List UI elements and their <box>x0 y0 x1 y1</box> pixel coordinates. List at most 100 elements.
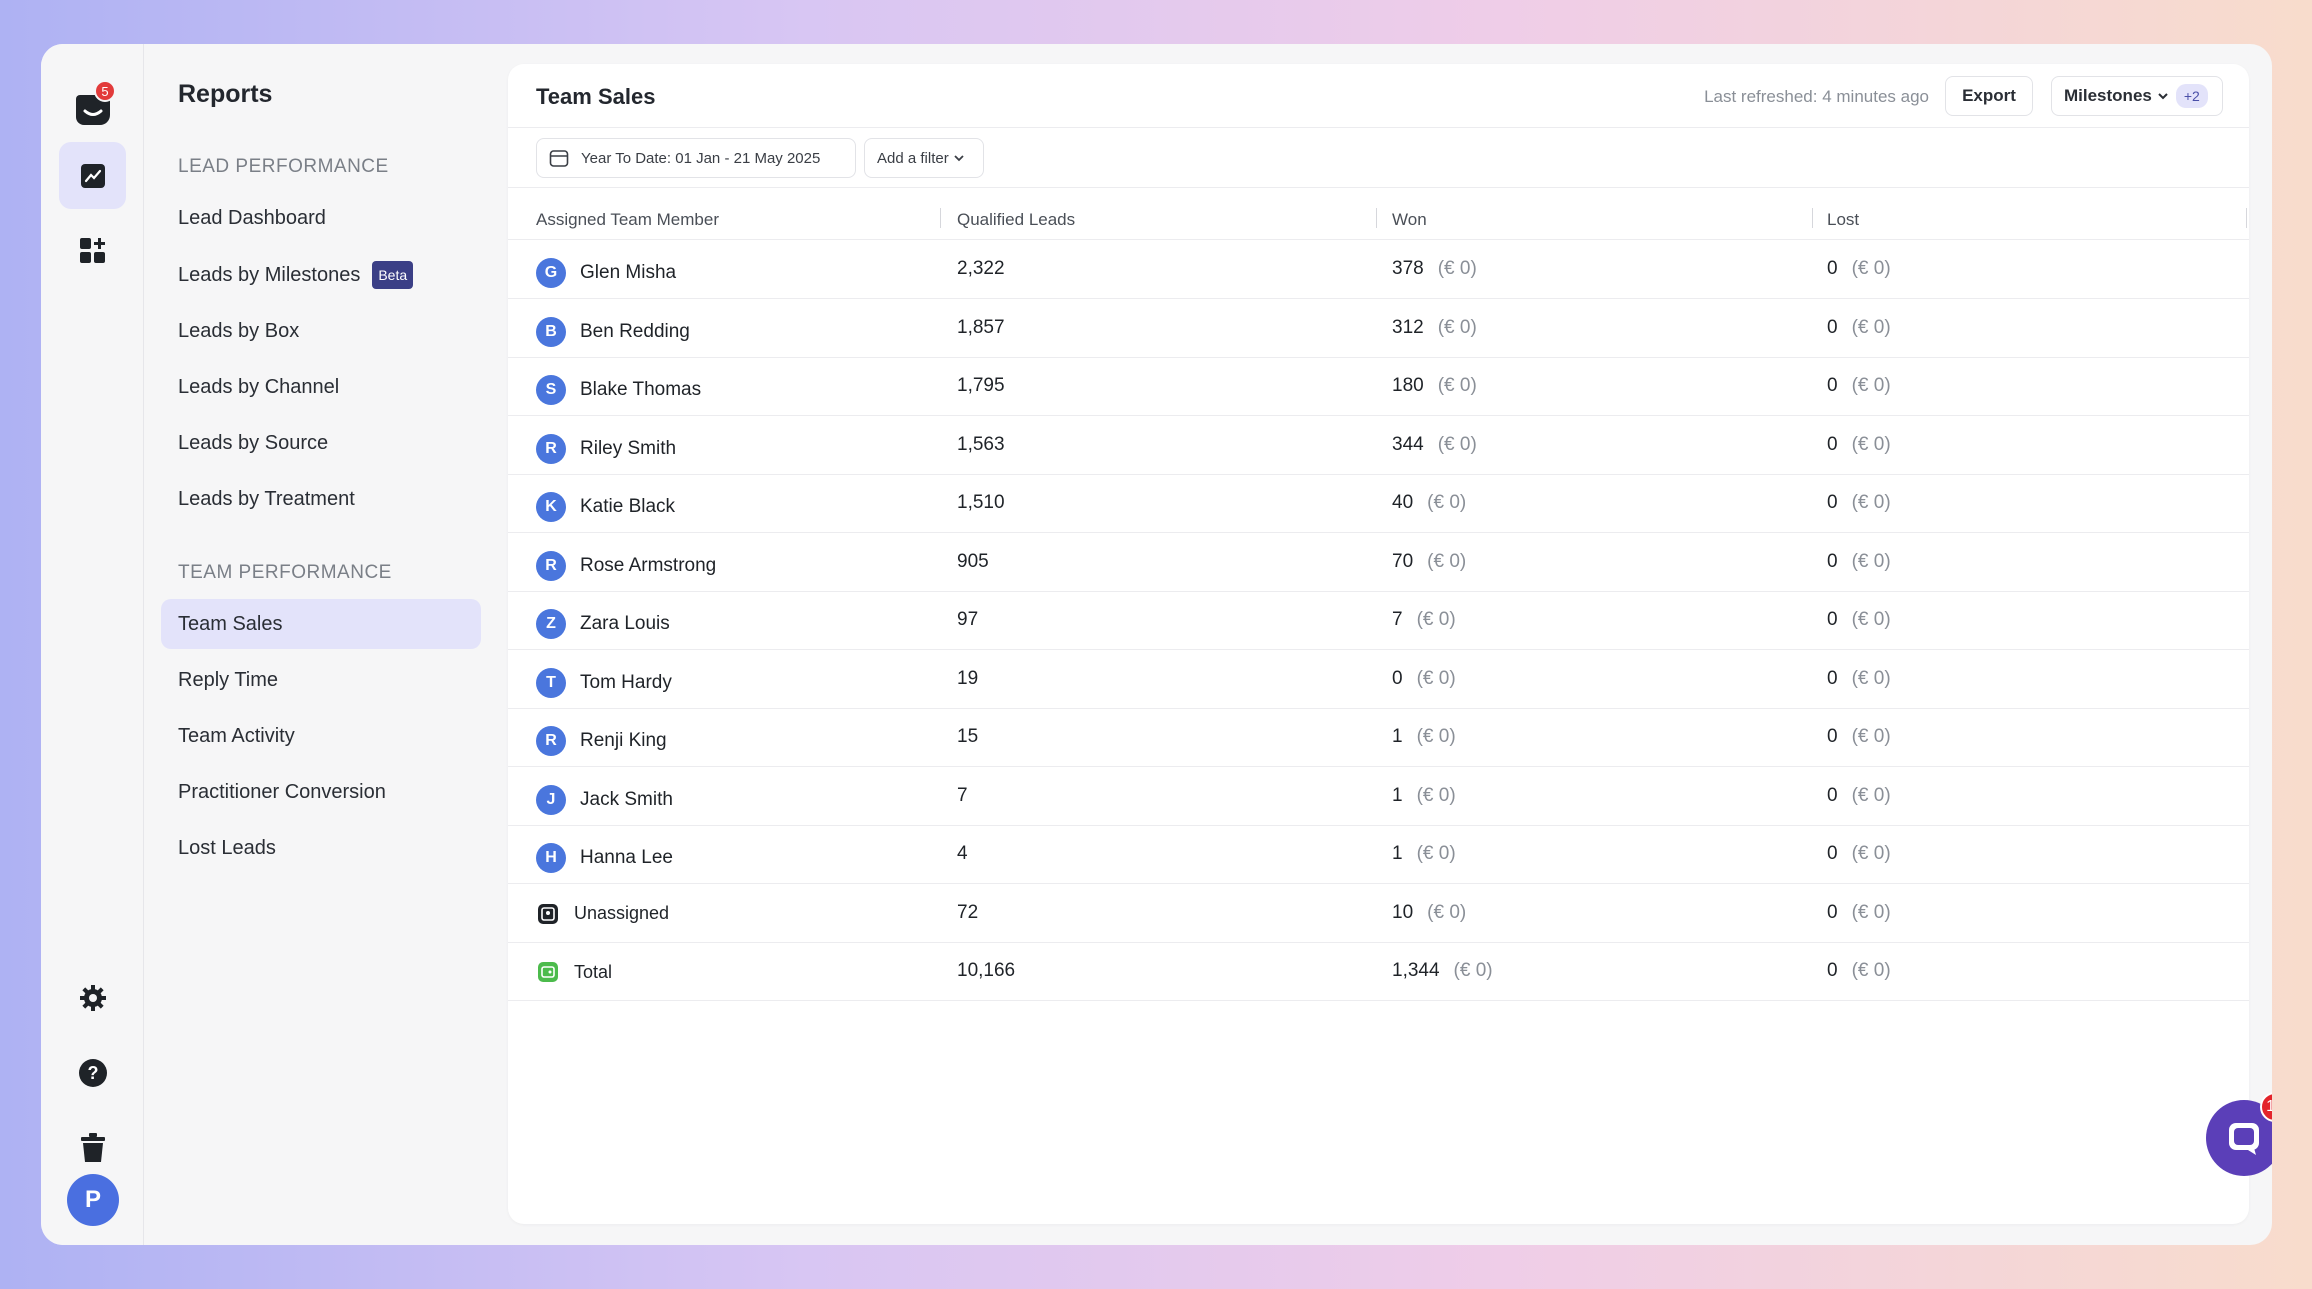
table-row[interactable]: K Katie Black 1,510 40 (€ 0) 0 (€ 0) <box>508 475 2249 533</box>
lost-value: (€ 0) <box>1851 609 1891 630</box>
chat-launcher-button[interactable]: 15 <box>2206 1092 2272 1176</box>
table-row[interactable]: T Tom Hardy 19 0 (€ 0) 0 (€ 0) <box>508 651 2249 709</box>
won-value: (€ 0) <box>1427 550 1467 572</box>
won-value: (€ 0) <box>1437 375 1477 396</box>
column-header-lost[interactable]: Lost <box>1827 210 1859 230</box>
nav-item-practitioner-conversion[interactable]: Practitioner Conversion <box>161 767 481 817</box>
won-cell: 312 (€ 0) <box>1392 317 1477 339</box>
chat-bubble-icon <box>2229 1123 2259 1155</box>
column-header-won[interactable]: Won <box>1392 210 1427 230</box>
table-row[interactable]: G Glen Misha 2,322 378 (€ 0) 0 (€ 0) <box>508 241 2249 299</box>
won-value: (€ 0) <box>1437 258 1477 279</box>
table-row[interactable]: Z Zara Louis 97 7 (€ 0) 0 (€ 0) <box>508 592 2249 650</box>
table-row[interactable]: J Jack Smith 7 1 (€ 0) 0 (€ 0) <box>508 768 2249 826</box>
nav-item-team-sales[interactable]: Team Sales <box>161 599 481 649</box>
member-name: Riley Smith <box>580 437 677 459</box>
lost-cell: 0 (€ 0) <box>1827 726 1891 748</box>
nav-item-leads-by-milestones[interactable]: Leads by Milestones Beta <box>161 250 481 300</box>
table-row[interactable]: R Rose Armstrong 905 70 (€ 0) 0 (€ 0) <box>508 534 2249 592</box>
qualified-leads-value: 2,322 <box>957 258 1005 279</box>
lost-value: (€ 0) <box>1851 843 1891 864</box>
member-cell: Total <box>536 960 612 984</box>
table-row[interactable]: Unassigned 72 10 (€ 0) 0 (€ 0) <box>508 885 2249 943</box>
won-value: (€ 0) <box>1416 784 1456 806</box>
add-filter-button[interactable]: Add a filter <box>864 138 984 178</box>
rail-apps[interactable] <box>59 217 126 284</box>
member-avatar: T <box>536 667 566 698</box>
lost-value: (€ 0) <box>1851 784 1891 806</box>
unassigned-icon <box>536 902 560 926</box>
won-count: 180 <box>1392 375 1424 396</box>
nav-item-lead-dashboard[interactable]: Lead Dashboard <box>161 193 481 243</box>
won-cell: 1 (€ 0) <box>1392 726 1456 748</box>
column-divider[interactable] <box>2246 208 2247 228</box>
member-avatar: B <box>536 316 566 347</box>
chat-unread-badge: 15 <box>2260 1092 2272 1122</box>
lost-count: 0 <box>1827 960 1838 981</box>
table-row[interactable]: R Renji King 15 1 (€ 0) 0 (€ 0) <box>508 709 2249 767</box>
member-avatar: R <box>536 550 566 581</box>
won-value: (€ 0) <box>1416 667 1456 689</box>
won-count: 1,344 <box>1392 960 1440 981</box>
filter-bar: Year To Date: 01 Jan - 21 May 2025 Add a… <box>508 128 2249 188</box>
member-avatar: R <box>536 433 566 464</box>
member-name: Katie Black <box>580 496 676 517</box>
column-header-qualified[interactable]: Qualified Leads <box>957 210 1075 230</box>
member-cell: R Renji King <box>536 726 667 756</box>
member-avatar: S <box>536 375 566 405</box>
nav-item-leads-by-channel[interactable]: Leads by Channel <box>161 362 481 412</box>
lost-value: (€ 0) <box>1851 726 1891 747</box>
won-cell: 1 (€ 0) <box>1392 785 1456 807</box>
nav-item-leads-by-treatment[interactable]: Leads by Treatment <box>161 474 481 524</box>
table-row[interactable]: S Blake Thomas 1,795 180 (€ 0) 0 (€ 0) <box>508 358 2249 416</box>
rail-reports[interactable] <box>59 142 126 209</box>
lost-count: 0 <box>1827 316 1838 338</box>
won-cell: 378 (€ 0) <box>1392 258 1477 280</box>
column-divider[interactable] <box>1812 208 1813 228</box>
lost-value: (€ 0) <box>1851 433 1891 455</box>
beta-badge: Beta <box>372 261 414 289</box>
rail-settings[interactable] <box>59 964 126 1031</box>
table-total-row[interactable]: Total 10,166 1,344 (€ 0) 0 (€ 0) <box>508 943 2249 1001</box>
date-range-filter[interactable]: Year To Date: 01 Jan - 21 May 2025 <box>536 138 856 178</box>
lost-cell: 0 (€ 0) <box>1827 785 1891 807</box>
table-row[interactable]: B Ben Redding 1,857 312 (€ 0) 0 (€ 0) <box>508 300 2249 358</box>
table-row[interactable]: H Hanna Lee 4 1 (€ 0) 0 (€ 0) <box>508 826 2249 884</box>
nav-item-team-activity[interactable]: Team Activity <box>161 711 481 761</box>
lost-count: 0 <box>1827 550 1838 572</box>
column-divider[interactable] <box>1376 208 1377 228</box>
qualified-leads-value: 1,563 <box>957 433 1005 455</box>
qualified-leads-value: 72 <box>957 901 979 923</box>
date-range-label: Year To Date: 01 Jan - 21 May 2025 <box>581 149 821 167</box>
lost-cell: 0 (€ 0) <box>1827 843 1891 865</box>
lost-count: 0 <box>1827 375 1838 396</box>
member-cell: B Ben Redding <box>536 316 690 347</box>
lost-value: (€ 0) <box>1851 667 1891 689</box>
nav-item-leads-by-box[interactable]: Leads by Box <box>161 306 481 356</box>
lost-value: (€ 0) <box>1851 375 1891 396</box>
table-row[interactable]: R Riley Smith 1,563 344 (€ 0) 0 (€ 0) <box>508 417 2249 475</box>
lost-cell: 0 (€ 0) <box>1827 960 1891 982</box>
rail-help[interactable]: ? <box>59 1039 126 1106</box>
member-cell: S Blake Thomas <box>536 375 701 405</box>
icon-rail: 5 ? P <box>41 44 144 1245</box>
nav-item-leads-by-source[interactable]: Leads by Source <box>161 418 481 468</box>
user-avatar[interactable]: P <box>67 1174 119 1226</box>
column-header-member[interactable]: Assigned Team Member <box>536 210 719 230</box>
nav-item-lost-leads[interactable]: Lost Leads <box>161 823 481 873</box>
chevron-down-icon <box>954 155 964 162</box>
lost-count: 0 <box>1827 492 1838 513</box>
export-button[interactable]: Export <box>1945 76 2033 116</box>
rail-trash[interactable] <box>59 1114 126 1181</box>
member-avatar: J <box>536 784 566 815</box>
app-logo[interactable]: 5 <box>59 74 126 141</box>
member-cell: T Tom Hardy <box>536 667 672 698</box>
nav-item-reply-time[interactable]: Reply Time <box>161 655 481 705</box>
won-value: (€ 0) <box>1453 960 1493 981</box>
column-divider[interactable] <box>940 208 941 228</box>
milestones-dropdown[interactable]: Milestones +2 <box>2051 76 2223 116</box>
member-name: Tom Hardy <box>580 671 672 693</box>
lost-value: (€ 0) <box>1851 901 1891 923</box>
won-cell: 40 (€ 0) <box>1392 492 1466 514</box>
team-performance-heading: TEAM PERFORMANCE <box>178 562 392 583</box>
